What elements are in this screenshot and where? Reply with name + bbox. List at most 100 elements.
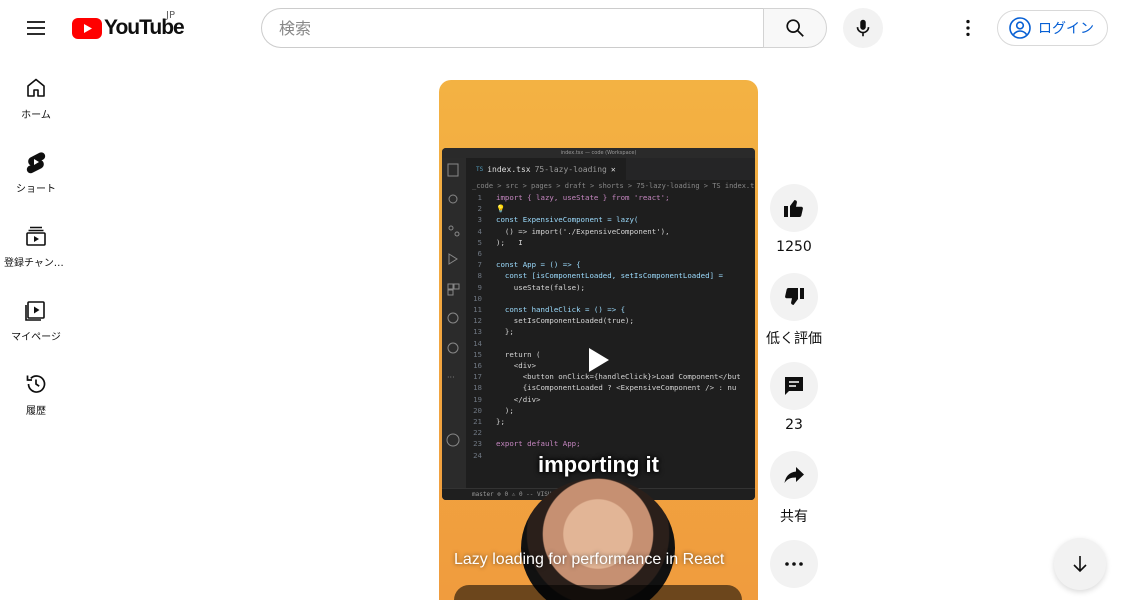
search-input[interactable] [262, 9, 764, 47]
thumbs-down-icon [785, 288, 804, 305]
comment-icon [785, 377, 803, 395]
sidebar-item-library[interactable]: マイページ [0, 278, 72, 352]
line-number: 15 [473, 349, 482, 359]
line-number: 8 [477, 271, 482, 281]
sidebar-item-label: ショート [16, 184, 56, 195]
line-number: 11 [473, 305, 482, 315]
sidebar-item-label: 登録チャンネル [4, 258, 68, 269]
more-options-button[interactable] [770, 540, 818, 588]
editor-title: index.tsx — code (Workspace) [442, 148, 755, 158]
line-number: 2 [477, 204, 482, 214]
line-number: 13 [473, 327, 482, 337]
code-line: 4 () => import('./ExpensiveComponent'), [466, 226, 749, 237]
video-caption-overlay: importing it [538, 452, 659, 477]
more-horizontal-icon [785, 562, 803, 566]
shorts-video-player[interactable]: index.tsx — code (Workspace) ··· TS inde… [439, 80, 758, 600]
code-text: return ( [496, 349, 541, 359]
editor-activity-bar: ··· [442, 158, 466, 488]
line-number: 9 [477, 282, 482, 292]
menu-button[interactable] [16, 8, 56, 48]
code-line: 19 </div> [466, 394, 749, 405]
dislike-button[interactable] [770, 273, 818, 321]
home-icon [27, 78, 45, 97]
share-label: 共有 [780, 509, 808, 525]
code-line: 22 [466, 427, 749, 438]
code-line: 9 useState(false); [466, 282, 749, 293]
comment-count: 23 [785, 417, 803, 433]
line-number: 7 [477, 260, 482, 270]
next-video-button[interactable] [1054, 538, 1106, 590]
code-line: 12 setIsComponentLoaded(true); [466, 315, 749, 326]
account-circle-icon [1009, 17, 1031, 39]
sidebar-item-shorts[interactable]: ショート [0, 130, 72, 204]
search-icon [786, 19, 804, 37]
channel-bar[interactable] [454, 585, 742, 600]
dislike-label: 低く評価 [766, 331, 822, 347]
line-number: 5 [477, 237, 482, 247]
line-number: 4 [477, 226, 482, 236]
code-line: 21}; [466, 416, 749, 427]
voice-search-button[interactable] [843, 8, 883, 48]
line-number: 3 [477, 215, 482, 225]
code-editor-frame: index.tsx — code (Workspace) ··· TS inde… [442, 148, 755, 500]
subscriptions-icon [26, 226, 46, 246]
tab-close-icon: ✕ [610, 164, 616, 174]
settings-more-button[interactable] [948, 8, 988, 48]
tab-file-name: index.tsx [487, 164, 531, 174]
code-text: <div> [496, 361, 537, 371]
code-line: 8 const [isComponentLoaded, setIsCompone… [466, 270, 749, 281]
microphone-icon [856, 19, 870, 37]
library-icon [25, 301, 45, 321]
code-text: </div> [496, 394, 541, 404]
search-button[interactable] [763, 8, 827, 48]
more-action [770, 540, 818, 588]
line-number: 17 [473, 372, 482, 382]
line-number: 12 [473, 316, 482, 326]
line-number: 23 [473, 439, 482, 449]
search-box [261, 8, 764, 48]
code-text: }; [496, 327, 514, 337]
line-number: 21 [473, 417, 482, 427]
hamburger-menu-icon [27, 21, 45, 35]
sidebar-item-home[interactable]: ホーム [0, 56, 72, 130]
line-number: 14 [473, 338, 482, 348]
masthead: YouTube JP ログイン [0, 0, 1124, 56]
like-button[interactable] [770, 184, 818, 232]
comment-button[interactable] [770, 362, 818, 410]
history-icon [26, 375, 46, 393]
comment-action: 23 [770, 362, 818, 437]
youtube-play-logo-icon [72, 17, 102, 39]
share-button[interactable] [770, 451, 818, 499]
shorts-video-title[interactable]: Lazy loading for performance in React [454, 551, 724, 569]
line-number: 20 [473, 405, 482, 415]
line-number: 19 [473, 394, 482, 404]
code-line: 6 [466, 248, 749, 259]
editor-tab-bar: TS index.tsx 75-lazy-loading ✕ [466, 158, 755, 180]
sidebar-item-history[interactable]: 履歴 [0, 352, 72, 426]
line-number: 6 [477, 249, 482, 259]
arrow-down-icon [1073, 556, 1087, 573]
code-text: () => import('./ExpensiveComponent'), [496, 226, 670, 236]
sidebar-item-subscriptions[interactable]: 登録チャンネル [0, 204, 72, 278]
code-text: setIsComponentLoaded(true); [496, 316, 634, 326]
shorts-action-bar: 1250 低く評価 23 共有 [766, 184, 822, 588]
code-text: ); [496, 405, 514, 415]
play-icon[interactable] [587, 346, 611, 378]
code-line: 23 export default App; [466, 438, 749, 449]
activity-bar-icons: ··· [446, 163, 460, 447]
code-text: const App = () => { [496, 260, 581, 270]
thumbs-up-icon [784, 200, 803, 217]
login-button[interactable]: ログイン [997, 10, 1108, 46]
more-vertical-icon [966, 19, 970, 37]
code-line: 7 const App = () => { [466, 259, 749, 270]
code-line: 13 }; [466, 326, 749, 337]
line-number: 16 [473, 361, 482, 371]
login-label: ログイン [1038, 21, 1094, 37]
sidebar-item-label: 履歴 [26, 406, 46, 417]
like-action: 1250 [770, 184, 818, 259]
code-line: 5); I [466, 237, 749, 248]
code-line: 11 const handleClick = () => { [466, 304, 749, 315]
code-line: 18 {isComponentLoaded ? <ExpensiveCompon… [466, 382, 749, 393]
code-text: {isComponentLoaded ? <ExpensiveComponent… [496, 383, 737, 393]
code-text: }; [496, 417, 505, 427]
